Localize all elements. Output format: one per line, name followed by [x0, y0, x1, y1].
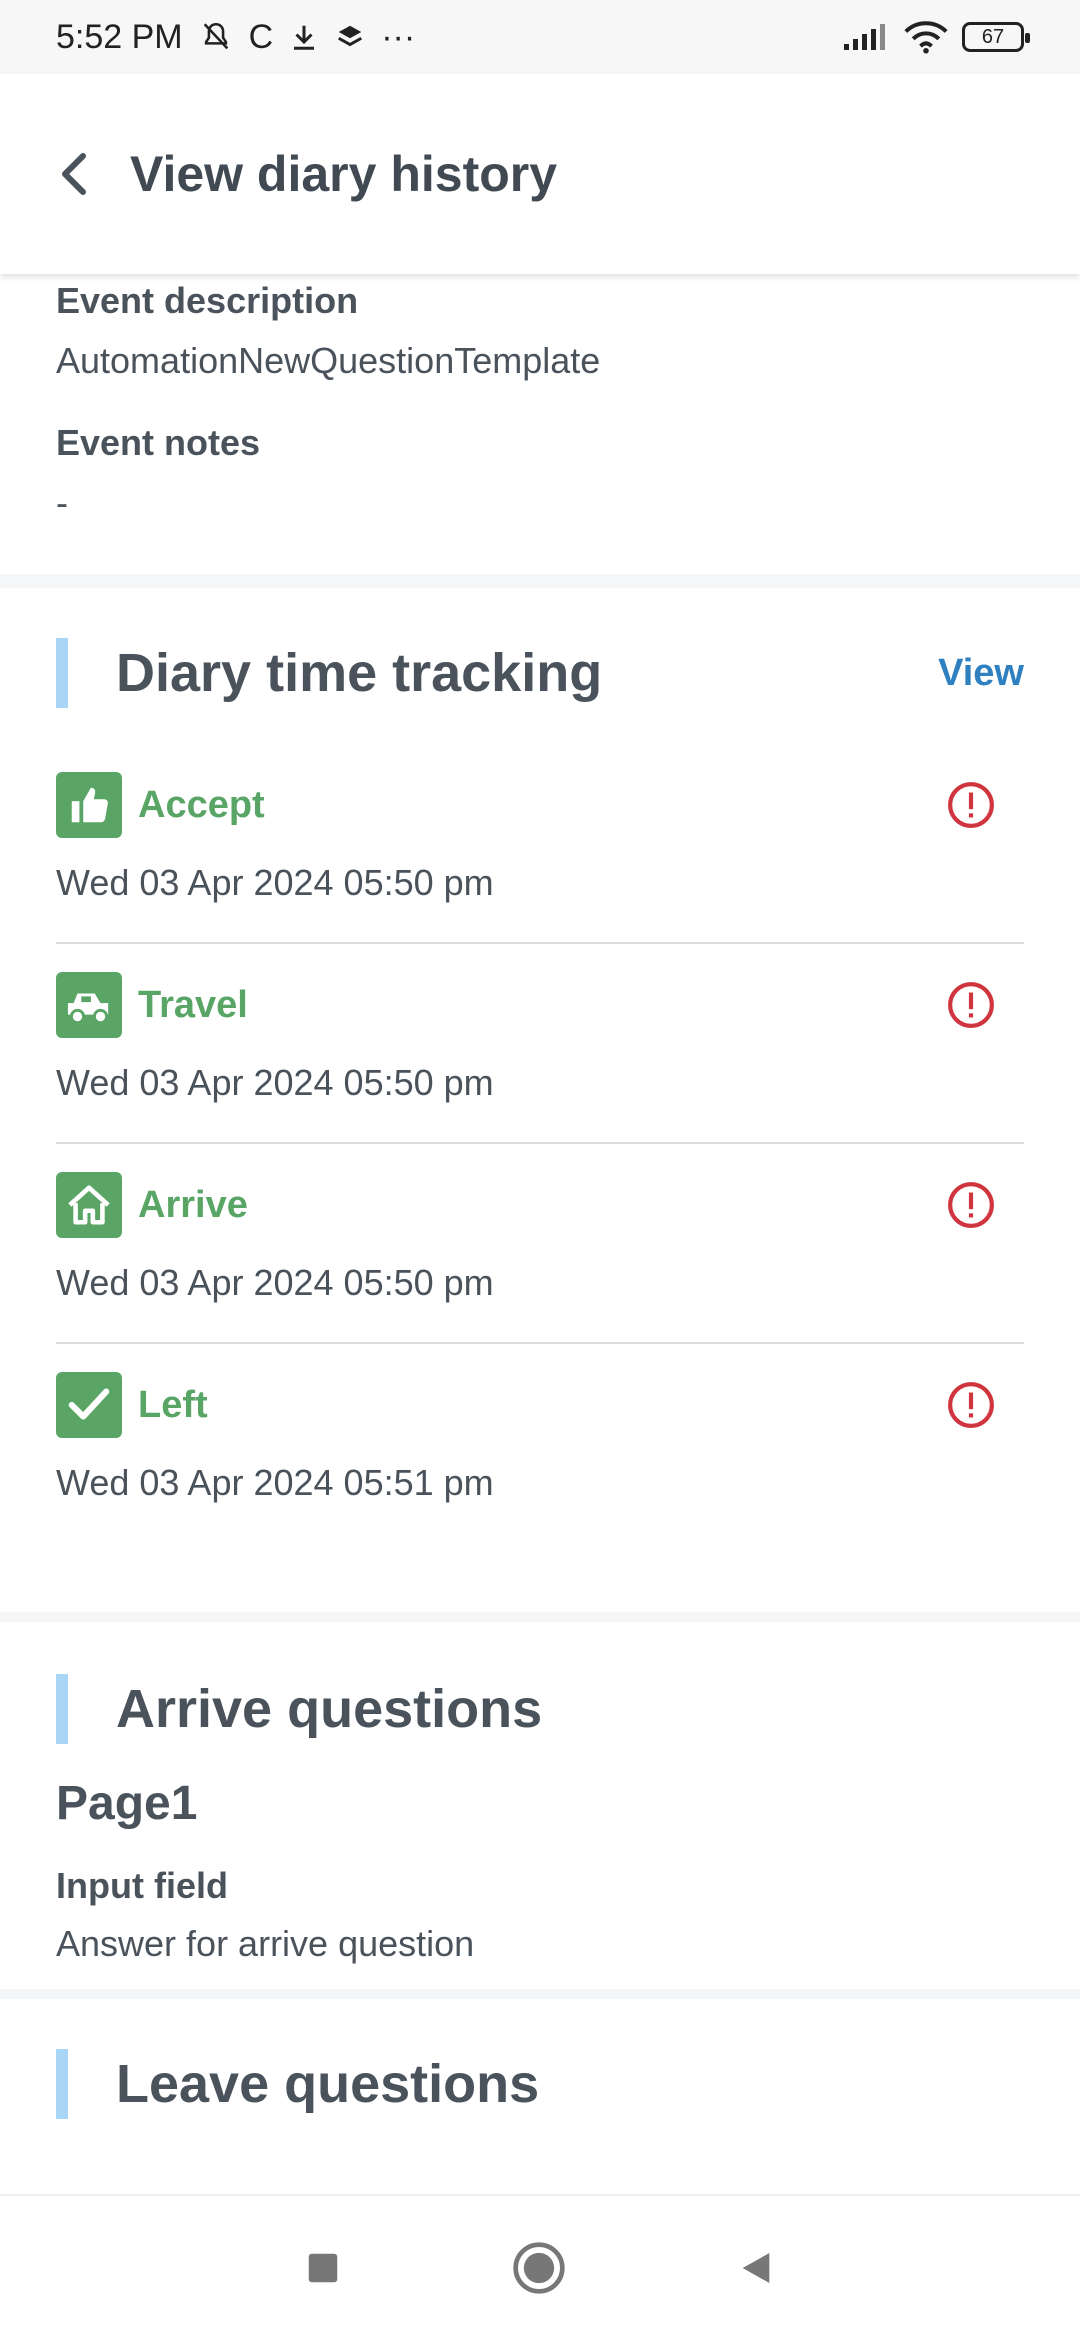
- mute-bell-icon: [203, 22, 228, 50]
- leave-questions-title: Leave questions: [116, 2054, 540, 2114]
- tracking-time: Wed 03 Apr 2024 05:50 pm: [56, 862, 494, 903]
- battery-level: 67: [981, 25, 1005, 48]
- arrive-questions-section: Arrive questions Page1 Input field Answe…: [0, 1622, 1080, 1989]
- tracking-label: Travel: [138, 983, 248, 1026]
- alert-icon[interactable]: [946, 1180, 996, 1230]
- wifi-icon: [904, 21, 948, 54]
- more-status-icon: ···: [381, 17, 416, 56]
- status-right: 67: [842, 20, 1030, 54]
- tracking-row-arrive: Arrive Wed 03 Apr 2024 05:50 pm: [56, 1144, 1024, 1344]
- event-notes-value: -: [56, 482, 68, 523]
- time-tracking-header: Diary time tracking View: [56, 638, 1024, 708]
- time-tracking-title: Diary time tracking: [116, 643, 603, 703]
- thumbs-up-icon: [56, 772, 122, 838]
- section-divider: [0, 1612, 1080, 1622]
- signal-icon: [844, 24, 885, 50]
- content-scroll[interactable]: Event description AutomationNewQuestionT…: [0, 274, 1080, 2194]
- arrive-questions-title: Arrive questions: [116, 1679, 543, 1739]
- time-tracking-view-link[interactable]: View: [938, 652, 1024, 695]
- tracking-time: Wed 03 Apr 2024 05:51 pm: [56, 1462, 494, 1503]
- alert-icon[interactable]: [946, 1380, 996, 1430]
- input-field-label: Input field: [56, 1865, 228, 1906]
- status-bar: 5:52 PM C ··· 67: [0, 0, 1080, 74]
- alert-icon[interactable]: [946, 980, 996, 1030]
- back-nav-icon[interactable]: [736, 2248, 776, 2288]
- tracking-row-left: Left Wed 03 Apr 2024 05:51 pm: [56, 1344, 1024, 1544]
- chevron-left-icon: [62, 153, 86, 195]
- event-info-section: Event description AutomationNewQuestionT…: [0, 274, 1080, 574]
- home-button-icon[interactable]: [511, 2240, 567, 2296]
- tracking-time: Wed 03 Apr 2024 05:50 pm: [56, 1062, 494, 1103]
- checkmark-icon: [56, 1372, 122, 1438]
- layers-icon: [338, 25, 363, 47]
- question-page-title: Page1: [56, 1777, 198, 1830]
- event-notes-label: Event notes: [56, 422, 261, 463]
- home-icon: [56, 1172, 122, 1238]
- event-description-value: AutomationNewQuestionTemplate: [56, 340, 601, 381]
- car-icon: [56, 972, 122, 1038]
- tracking-label: Left: [138, 1383, 208, 1426]
- section-divider: [0, 1989, 1080, 1999]
- section-accent-bar: [56, 638, 68, 708]
- system-nav-bar: [0, 2194, 1080, 2340]
- event-description-label: Event description: [56, 280, 359, 321]
- alert-icon[interactable]: [946, 780, 996, 830]
- back-button[interactable]: [20, 119, 130, 229]
- status-left: 5:52 PM C ···: [56, 18, 415, 57]
- input-field-answer: Answer for arrive question: [56, 1923, 475, 1964]
- tracking-row-travel: Travel Wed 03 Apr 2024 05:50 pm: [56, 944, 1024, 1144]
- tracking-row-accept: Accept Wed 03 Apr 2024 05:50 pm: [56, 744, 1024, 944]
- download-icon: [294, 25, 315, 50]
- leave-questions-section: Leave questions: [0, 1999, 1080, 2119]
- recents-button-icon[interactable]: [304, 2249, 342, 2287]
- page-title: View diary history: [130, 146, 558, 202]
- section-divider: [0, 574, 1080, 588]
- battery-icon: 67: [962, 22, 1030, 52]
- arrive-questions-header: Arrive questions: [56, 1674, 1024, 1744]
- section-accent-bar: [56, 2049, 68, 2119]
- app-bar: View diary history: [0, 74, 1080, 274]
- carrier-letter: C: [248, 17, 274, 56]
- tracking-label: Arrive: [138, 1183, 248, 1226]
- status-time: 5:52 PM: [56, 17, 183, 56]
- tracking-label: Accept: [138, 783, 265, 826]
- leave-questions-header: Leave questions: [56, 2049, 1024, 2119]
- time-tracking-section: Diary time tracking View Accept Wed 03 A…: [0, 588, 1080, 1544]
- tracking-time: Wed 03 Apr 2024 05:50 pm: [56, 1262, 494, 1303]
- section-accent-bar: [56, 1674, 68, 1744]
- time-tracking-list: Accept Wed 03 Apr 2024 05:50 pm Travel W…: [56, 744, 1024, 1544]
